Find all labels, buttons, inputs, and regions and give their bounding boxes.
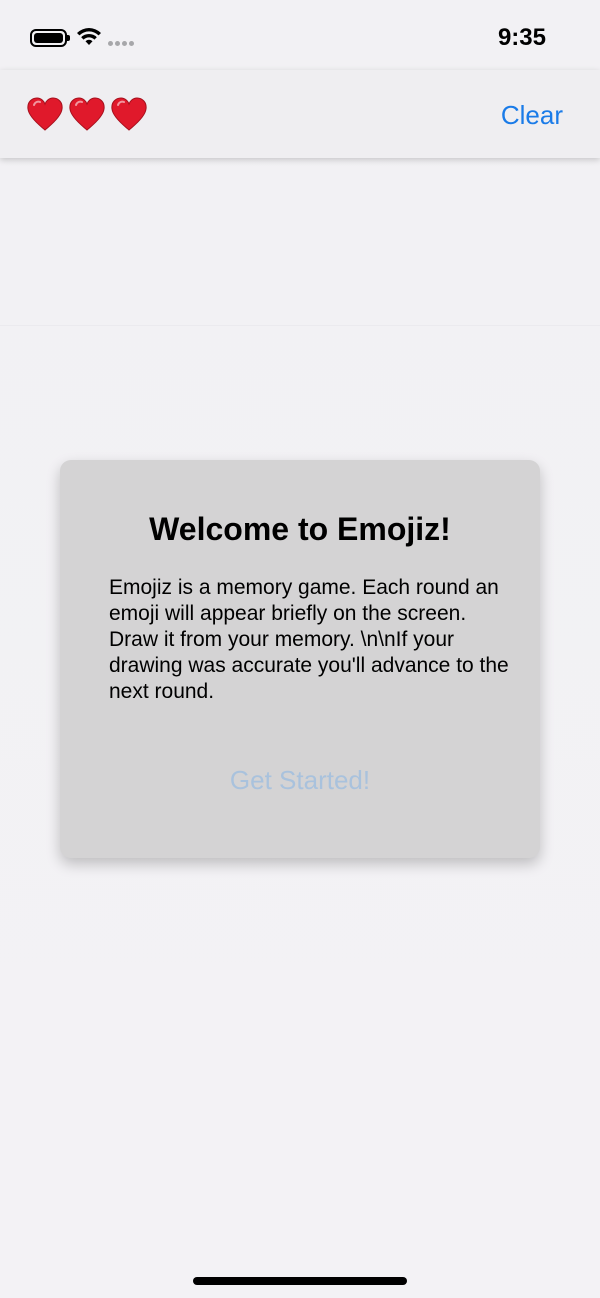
welcome-modal: Welcome to Emojiz! Emojiz is a memory ga… [60,460,540,858]
status-time: 9:35 [497,24,546,51]
cellular-no-signal-icon [108,41,134,46]
wifi-icon [77,28,101,45]
lives-indicator [26,96,148,132]
canvas-divider [0,325,600,326]
home-indicator[interactable] [193,1277,407,1285]
game-screen: 9:35 Clear Welcome to Emojiz! Emojiz is … [0,0,600,1298]
status-bar: 9:35 [0,0,600,70]
clear-button[interactable]: Clear [501,100,563,131]
battery-full-icon [30,29,70,47]
red-heart-icon [111,97,147,131]
nav-bar: Clear [0,70,600,158]
get-started-button[interactable]: Get Started! [60,765,540,796]
red-heart-icon [27,97,63,131]
modal-title: Welcome to Emojiz! [149,511,451,547]
red-heart-icon [69,97,105,131]
modal-body: Emojiz is a memory game. Each round an e… [109,576,509,703]
